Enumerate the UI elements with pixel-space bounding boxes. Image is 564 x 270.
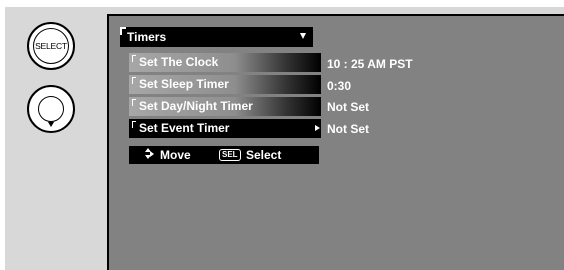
menu-item-value: Not Set [327,100,369,114]
menu-title-bar[interactable]: Timers [120,27,313,47]
menu-item-value: 10 : 25 AM PST [327,57,413,71]
arrow-right-icon [315,125,320,131]
menu-item-label: Set Sleep Timer [139,77,229,91]
menu-title: Timers [127,30,167,44]
down-arrow-glyph [145,155,151,159]
dpad-inner-ring [38,96,64,122]
select-button-inner: SELECT [33,28,69,64]
menu-item-value: Not Set [327,122,369,136]
menu-item-set-the-clock[interactable]: Set The Clock [129,53,321,72]
tv-screen: Timers Set The Clock 10 : 25 AM PST Set … [107,14,564,270]
menu-item-set-event-timer[interactable]: Set Event Timer [129,119,321,138]
corner-marker [132,77,136,84]
menu-item-label: Set Event Timer [139,121,230,135]
down-arrow-icon [48,122,54,127]
corner-marker [120,27,126,35]
menu-item-label: Set The Clock [139,55,219,69]
up-down-arrow-icon [145,148,154,162]
menu-item-value: 0:30 [327,79,352,93]
select-label: Select [246,148,282,162]
help-bar: Move SEL Select [129,146,319,164]
menu-item-set-sleep-timer[interactable]: Set Sleep Timer [129,75,321,94]
move-label: Move [160,148,191,162]
dpad-down-icon[interactable] [27,85,75,133]
select-button-label: SELECT [35,41,67,51]
caret-down-icon [300,33,306,39]
sel-key-icon: SEL [219,149,241,161]
corner-marker [132,121,136,128]
corner-marker [132,99,136,106]
menu-item-label: Set Day/Night Timer [139,99,253,113]
select-button-icon[interactable]: SELECT [27,22,75,70]
menu-item-set-day-night-timer[interactable]: Set Day/Night Timer [129,97,321,116]
corner-marker [132,55,136,62]
